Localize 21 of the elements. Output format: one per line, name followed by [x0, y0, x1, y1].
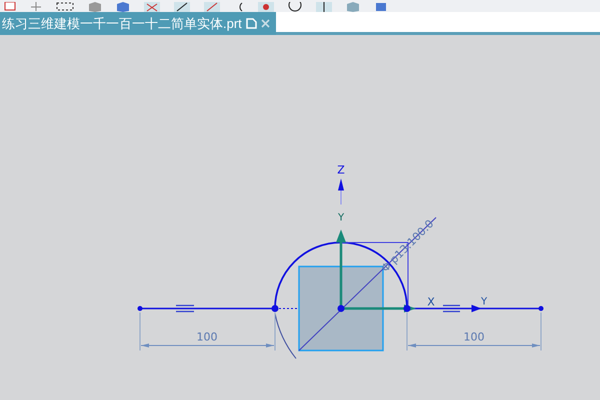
sketch-point [272, 305, 278, 312]
line-icon[interactable] [174, 2, 190, 12]
document-tab[interactable]: 练习三维建模一千一百一十二简单实体.prt [0, 12, 276, 35]
arc-extension-line [274, 313, 296, 359]
z-axis-arrow [338, 178, 344, 205]
axis-label: Z [337, 164, 345, 176]
axis-label: X [427, 296, 435, 308]
equal-constraint-icon [175, 304, 195, 312]
document-icon [246, 18, 257, 29]
sketch-point [404, 305, 410, 312]
close-icon[interactable] [260, 19, 270, 28]
toolbar-icon[interactable] [316, 2, 332, 12]
sketch-point [338, 305, 344, 312]
toolbar-icon[interactable] [56, 2, 74, 12]
axis-label: Y [338, 212, 344, 224]
sketch-point [538, 306, 544, 311]
axis-label: Y [480, 296, 488, 308]
dimension-text: 100 [196, 330, 218, 344]
equal-constraint-icon [442, 304, 461, 312]
sketch-point [138, 306, 142, 311]
dimension-text: 100 [464, 330, 484, 344]
